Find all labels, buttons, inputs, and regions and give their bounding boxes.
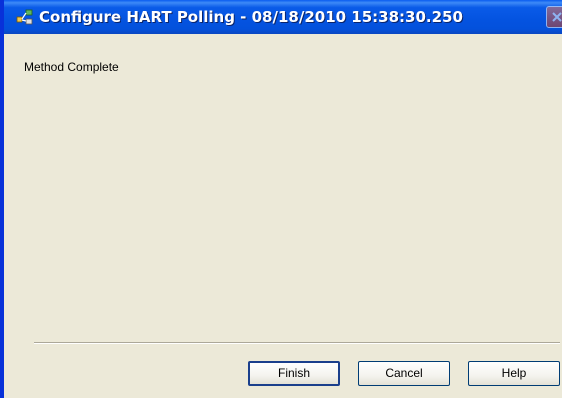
close-icon [552, 12, 562, 22]
window-title: Configure HART Polling - 08/18/2010 15:3… [39, 8, 463, 26]
button-separator [34, 342, 560, 344]
help-button[interactable]: Help [468, 361, 560, 386]
close-button[interactable] [546, 6, 562, 28]
status-message: Method Complete [24, 60, 119, 74]
hart-polling-icon [16, 8, 34, 26]
title-bar[interactable]: Configure HART Polling - 08/18/2010 15:3… [4, 0, 562, 34]
finish-button[interactable]: Finish [248, 361, 340, 386]
dialog-window: Configure HART Polling - 08/18/2010 15:3… [0, 0, 562, 398]
cancel-button[interactable]: Cancel [358, 361, 450, 386]
